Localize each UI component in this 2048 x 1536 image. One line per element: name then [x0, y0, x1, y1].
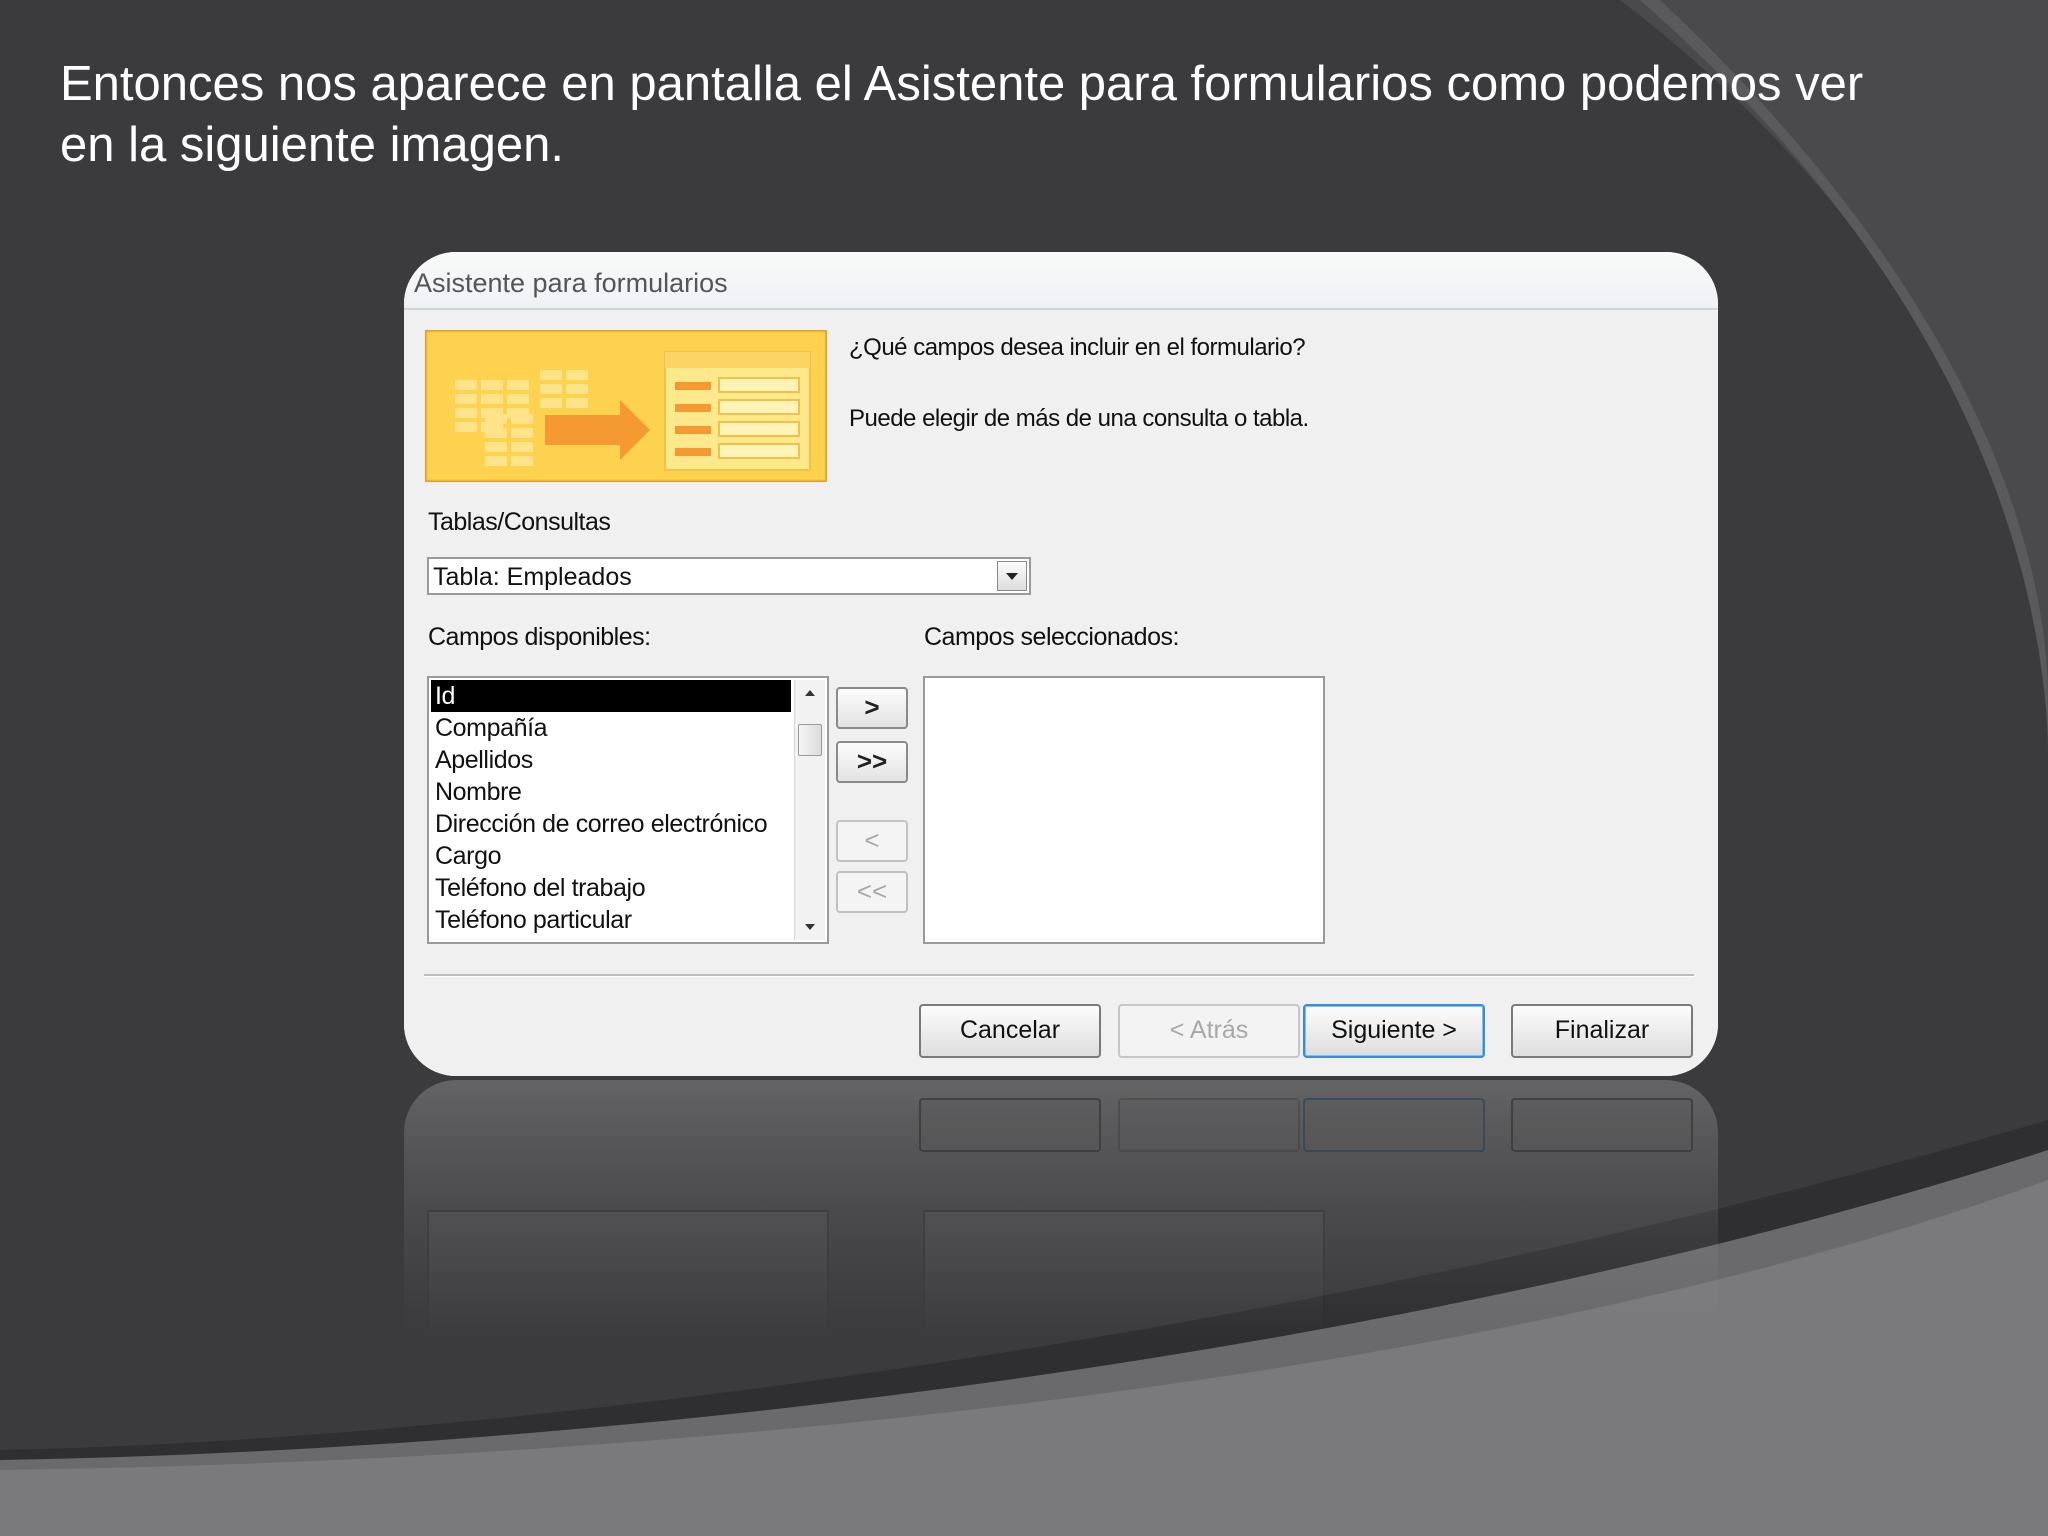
wizard-question: ¿Qué campos desea incluir en el formular…	[849, 334, 1306, 361]
arrow-up-icon	[805, 690, 815, 696]
tables-queries-select[interactable]: Tabla: Empleados	[427, 557, 1031, 595]
available-field-item[interactable]: Nombre	[431, 776, 791, 808]
reflection-back-button	[1118, 1098, 1300, 1152]
scroll-thumb[interactable]	[798, 724, 822, 756]
tables-queries-value: Tabla: Empleados	[433, 563, 632, 591]
arrow-down-icon	[805, 924, 815, 930]
next-button[interactable]: Siguiente >	[1303, 1004, 1485, 1058]
dialog-reflection	[404, 1080, 1718, 1340]
add-field-button[interactable]: >	[836, 687, 908, 729]
wizard-hint: Puede elegir de más de una consulta o ta…	[849, 405, 1309, 432]
selected-fields-label: Campos seleccionados:	[924, 623, 1179, 651]
reflection-finish-button	[1511, 1098, 1693, 1152]
available-field-item[interactable]: Cargo	[431, 840, 791, 872]
back-button[interactable]: < Atrás	[1118, 1004, 1300, 1058]
available-fields-scrollbar[interactable]	[794, 680, 825, 940]
available-fields-list[interactable]: Id Compañía Apellidos Nombre Dirección de co…	[427, 676, 829, 944]
footer-separator	[424, 974, 1694, 977]
available-field-item[interactable]: Teléfono del trabajo	[431, 872, 791, 904]
available-field-item[interactable]: Teléfono particular	[431, 904, 791, 936]
available-field-item[interactable]: Dirección de correo electrónico	[431, 808, 791, 840]
wizard-illustration-icon	[425, 330, 827, 482]
chevron-down-icon	[1006, 573, 1018, 580]
remove-all-fields-button[interactable]: <<	[836, 871, 908, 913]
selected-fields-list[interactable]	[923, 676, 1325, 944]
finish-button[interactable]: Finalizar	[1511, 1004, 1693, 1058]
dropdown-button[interactable]	[997, 561, 1027, 591]
reflection-surface	[404, 1080, 1718, 1340]
reflection-next-button	[1303, 1098, 1485, 1152]
reflection-available-list	[427, 1210, 829, 1340]
tables-queries-label: Tablas/Consultas	[428, 508, 611, 536]
scroll-down-button[interactable]	[795, 914, 825, 940]
cancel-button[interactable]: Cancelar	[919, 1004, 1101, 1058]
reflection-selected-list	[923, 1210, 1325, 1340]
available-field-item[interactable]: Compañía	[431, 712, 791, 744]
dialog-content: ¿Qué campos desea incluir en el formular…	[404, 0, 1718, 1100]
available-field-item[interactable]: Id	[431, 680, 791, 712]
reflection-cancel-button	[919, 1098, 1101, 1152]
available-field-item[interactable]: Apellidos	[431, 744, 791, 776]
scroll-up-button[interactable]	[795, 680, 825, 706]
available-fields-label: Campos disponibles:	[428, 623, 651, 651]
add-all-fields-button[interactable]: >>	[836, 741, 908, 783]
available-fields-items: Id Compañía Apellidos Nombre Dirección de co…	[431, 680, 791, 936]
remove-field-button[interactable]: <	[836, 820, 908, 862]
